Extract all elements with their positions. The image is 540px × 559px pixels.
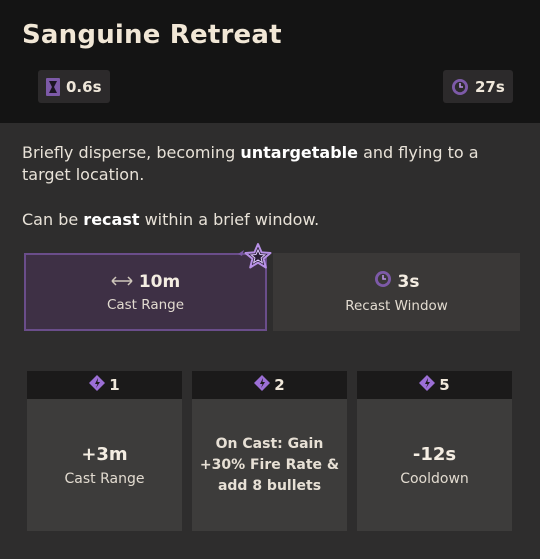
upgrade-label: Cast Range [64, 470, 145, 487]
upgrade-tier-2[interactable]: 2 On Cast: Gain +30% Fire Rate & add 8 b… [192, 371, 347, 531]
cast-time-value: 0.6s [66, 77, 102, 96]
ability-title: Sanguine Retreat [22, 20, 282, 50]
ability-header: Sanguine Retreat 0.6s 27s [0, 0, 540, 123]
cooldown-value: 27s [475, 77, 505, 96]
upgrade-description-line: +30% Fire Rate & [199, 456, 340, 473]
recast-description: Can be recast within a brief window. [22, 209, 319, 231]
range-arrows-icon [111, 272, 133, 292]
recast-text: Can be [22, 210, 84, 229]
upgrade-cost: 5 [439, 376, 450, 394]
recast-keyword: recast [83, 210, 140, 229]
cooldown-badge: 27s [443, 70, 513, 103]
cast-range-label: Cast Range [106, 296, 185, 313]
hourglass-icon [46, 77, 60, 96]
cooldown-clock-icon [451, 78, 469, 96]
cast-range-value: 10m [138, 271, 181, 292]
upgrade-cost-header: 1 [27, 371, 182, 399]
upgrade-value: -12s [412, 443, 457, 465]
description-text: Briefly disperse, becoming [22, 143, 241, 162]
star-imbue-icon [234, 242, 274, 276]
upgrade-tier-1[interactable]: 1 +3m Cast Range [27, 371, 182, 531]
upgrade-cost: 2 [274, 376, 285, 394]
description-keyword: untargetable [240, 143, 358, 162]
recast-window-label: Recast Window [345, 298, 448, 314]
upgrade-label: Cooldown [400, 470, 469, 487]
ability-description: Briefly disperse, becoming untargetable … [22, 142, 522, 186]
ability-point-icon [419, 375, 436, 395]
upgrade-cost-header: 2 [192, 371, 347, 399]
upgrade-description-line: On Cast: Gain [215, 435, 324, 452]
upgrade-cost: 1 [109, 376, 120, 394]
recast-text: within a brief window. [139, 210, 320, 229]
cast-time-badge: 0.6s [38, 70, 110, 103]
cast-range-stat[interactable]: 10m Cast Range [24, 253, 267, 331]
recast-window-stat[interactable]: 3s Recast Window [273, 253, 520, 331]
upgrade-value: +3m [81, 443, 128, 465]
ability-point-icon [254, 375, 271, 395]
upgrade-description-line: add 8 bullets [217, 477, 322, 494]
ability-point-icon [89, 375, 106, 395]
upgrade-cost-header: 5 [357, 371, 512, 399]
recast-window-value: 3s [397, 271, 420, 292]
upgrade-tier-3[interactable]: 5 -12s Cooldown [357, 371, 512, 531]
cooldown-clock-icon [374, 270, 392, 293]
